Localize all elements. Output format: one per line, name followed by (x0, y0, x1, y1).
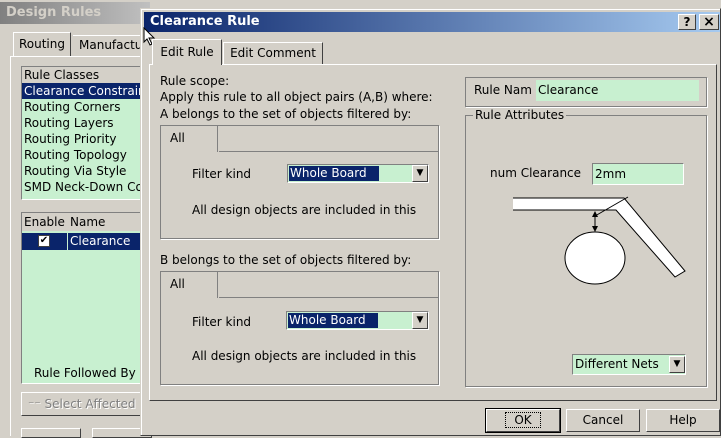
column-header-enable[interactable]: Enable (24, 215, 65, 229)
question-icon: ? (683, 15, 691, 29)
a-filter-description: All design objects are included in this (192, 203, 417, 217)
b-filter-kind-value: Whole Board (288, 313, 378, 328)
rule-class-smd-neck-down[interactable]: SMD Neck-Down Constraint (22, 179, 150, 195)
select-affected-button[interactable]: ⁻⁻ Select Affected (21, 392, 151, 416)
nets-dropdown[interactable]: Different Nets ▼ (572, 354, 686, 375)
chevron-down-icon: ▼ (416, 168, 424, 178)
help-question-button[interactable]: ? (678, 14, 696, 30)
clearance-diagram (513, 196, 686, 285)
b-filter-tab-divider (219, 297, 438, 298)
a-filter-label: A belongs to the set of objects filtered… (160, 107, 412, 121)
b-filter-label: B belongs to the set of objects filtered… (160, 253, 412, 267)
min-clearance-label: num Clearance (490, 166, 582, 180)
chevron-down-icon: ▼ (673, 359, 681, 369)
rule-scope-title: Rule scope: (160, 74, 230, 88)
rule-attributes-label: Rule Attributes (473, 108, 567, 122)
rule-name-label: Rule Nam (474, 83, 532, 97)
b-dropdown-arrow-button[interactable]: ▼ (412, 312, 428, 329)
ok-button[interactable]: OK (485, 408, 561, 433)
rule-class-routing-topology[interactable]: Routing Topology (22, 147, 150, 163)
rule-class-routing-corners[interactable]: Routing Corners (22, 99, 150, 115)
tab-routing[interactable]: Routing (13, 32, 71, 56)
a-filter-kind-dropdown[interactable]: Whole Board ▼ (287, 164, 429, 183)
design-rules-titlebar[interactable]: Design Rules (0, 2, 150, 24)
close-button[interactable]: × (699, 14, 719, 30)
rule-followed-label: Rule Followed By (34, 366, 136, 380)
a-filter-kind-value: Whole Board (289, 166, 379, 181)
design-rules-window: Design Rules Routing Manufacture Rule Cl… (0, 0, 155, 438)
clearance-rule-titlebar[interactable]: Clearance Rule (144, 12, 720, 32)
select-affected-icon: ⁻⁻ (28, 397, 45, 411)
chevron-down-icon: ▼ (416, 315, 424, 325)
a-filter-kind-label: Filter kind (192, 167, 252, 181)
nets-dropdown-arrow[interactable]: ▼ (669, 356, 685, 373)
arrow-head-bottom (592, 226, 598, 232)
min-clearance-field[interactable]: 2mm (592, 163, 684, 185)
dialog-title: Clearance Rule (150, 14, 260, 29)
design-rules-title: Design Rules (6, 5, 102, 20)
checkbox-check-icon: ✔ (38, 235, 50, 247)
a-filter-tab-all[interactable]: All (161, 126, 218, 152)
table-header-row: Enable Name (22, 213, 150, 231)
a-dropdown-arrow-button[interactable]: ▼ (412, 165, 428, 182)
rule-class-routing-layers[interactable]: Routing Layers (22, 115, 150, 131)
b-filter-kind-label: Filter kind (192, 315, 252, 329)
table-row[interactable]: ✔ Clearance (22, 233, 150, 250)
rule-class-routing-priority[interactable]: Routing Priority (22, 131, 150, 147)
rule-scope-description: Apply this rule to all object pairs (A,B… (160, 90, 433, 104)
bg-bottom-button[interactable] (21, 428, 81, 438)
pad-circle (564, 231, 626, 285)
b-filter-tab-all[interactable]: All (161, 272, 218, 298)
tab-edit-comment[interactable]: Edit Comment (223, 42, 323, 64)
rule-name-field[interactable]: Clearance (536, 80, 699, 101)
nets-dropdown-value: Different Nets (575, 357, 659, 371)
rule-classes-header: Rule Classes (22, 67, 150, 83)
b-filter-kind-dropdown[interactable]: Whole Board ▼ (286, 311, 429, 330)
clearance-rule-dialog: Clearance Rule ? × Edit Rule Edit Commen… (140, 8, 721, 436)
a-filter-tab-divider (219, 151, 438, 152)
arrow-head-top (592, 211, 598, 217)
rules-table[interactable]: Enable Name ✔ Clearance (21, 212, 151, 384)
rule-classes-list[interactable]: Rule Classes Clearance Constraint Routin… (21, 66, 151, 200)
rule-class-routing-via-style[interactable]: Routing Via Style (22, 163, 150, 179)
b-filter-description: All design objects are included in this (192, 349, 417, 363)
cancel-button[interactable]: Cancel (566, 409, 640, 432)
close-icon: × (703, 14, 715, 30)
enable-checkbox[interactable]: ✔ (22, 233, 67, 250)
tab-edit-rule[interactable]: Edit Rule (152, 39, 222, 65)
rule-class-clearance[interactable]: Clearance Constraint (22, 83, 150, 99)
help-button[interactable]: Help (646, 409, 720, 432)
column-header-name[interactable]: Name (70, 215, 105, 229)
rule-name-cell[interactable]: Clearance (68, 233, 150, 250)
